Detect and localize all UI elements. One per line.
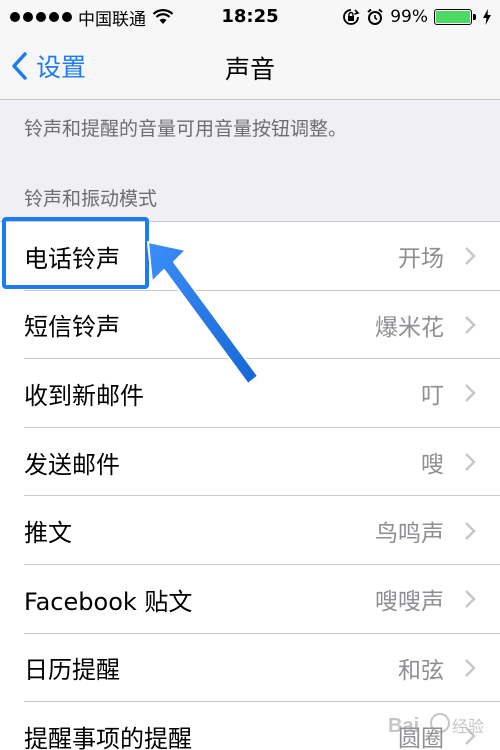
chevron-right-icon <box>465 590 476 609</box>
list-item-facebook-post[interactable]: Facebook 贴文 嗖嗖声 <box>0 565 500 634</box>
row-value: 开场 <box>398 246 444 273</box>
status-bar: 中国联通 18:25 99% <box>0 0 500 34</box>
highlight-box <box>2 217 149 289</box>
charging-bolt-icon <box>483 9 491 25</box>
alarm-icon <box>367 8 383 25</box>
list-item-calendar-alerts[interactable]: 日历提醒 和弦 <box>0 634 500 703</box>
chevron-right-icon <box>465 384 476 403</box>
row-label: Facebook 贴文 <box>24 587 193 616</box>
row-label: 提醒事项的提醒 <box>24 724 192 750</box>
chevron-right-icon <box>465 658 476 677</box>
status-right: 99% <box>342 0 492 34</box>
svg-text:Bai: Bai <box>388 715 419 737</box>
row-value: 爆米花 <box>375 314 444 341</box>
row-value: 嗖 <box>421 452 444 479</box>
row-label: 推文 <box>24 519 72 548</box>
row-value: 嗖嗖声 <box>375 589 444 616</box>
page-title: 声音 <box>224 55 275 84</box>
baidu-watermark-logo: Bai 经验 <box>388 713 484 737</box>
row-value: 鸟鸣声 <box>375 520 444 547</box>
battery-icon <box>434 9 476 25</box>
row-value: 叮 <box>421 383 444 410</box>
pointer-arrow-icon <box>147 241 259 385</box>
chevron-right-icon <box>465 453 476 471</box>
list-item-tweet[interactable]: 推文 鸟鸣声 <box>0 496 500 565</box>
row-label: 发送邮件 <box>24 450 120 479</box>
row-value: 和弦 <box>398 657 444 684</box>
chevron-right-icon <box>465 521 476 540</box>
volume-hint-text: 铃声和提醒的音量可用音量按钮调整。 <box>24 118 348 140</box>
chevron-right-icon <box>465 247 476 266</box>
row-label: 日历提醒 <box>24 656 120 685</box>
battery-fill <box>436 11 470 23</box>
list-item-sent-mail[interactable]: 发送邮件 嗖 <box>0 428 500 497</box>
row-label: 短信铃声 <box>24 313 120 342</box>
rotation-lock-icon <box>343 9 360 25</box>
battery-percent: 99% <box>390 7 428 27</box>
row-label: 收到新邮件 <box>24 381 144 410</box>
svg-text:经验: 经验 <box>452 717 484 736</box>
section-header: 铃声和振动模式 <box>24 188 158 210</box>
navigation-bar: 设置 声音 <box>0 34 500 100</box>
chevron-right-icon <box>465 316 476 334</box>
